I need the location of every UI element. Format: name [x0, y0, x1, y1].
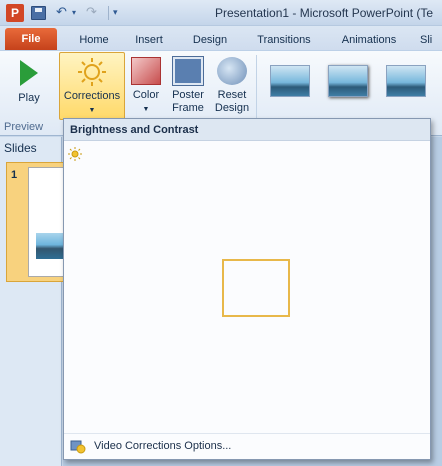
correction-thumbnail[interactable]: [156, 261, 220, 315]
correction-thumbnail[interactable]: [360, 377, 424, 431]
undo-dropdown-icon[interactable]: ▾: [72, 8, 76, 17]
tab-animations[interactable]: Animations: [334, 30, 404, 50]
tab-file[interactable]: File: [5, 28, 57, 50]
slide-number: 1: [11, 169, 18, 181]
reset-design-button[interactable]: Reset Design: [211, 53, 253, 119]
slide-thumbnail[interactable]: 1: [6, 162, 70, 282]
correction-thumbnail[interactable]: [156, 145, 220, 199]
video-style-thumb[interactable]: [270, 65, 310, 97]
sun-icon: [68, 147, 82, 161]
correction-thumbnail[interactable]: [360, 319, 424, 373]
slides-pane: Slides 1: [0, 137, 70, 466]
correction-thumbnail[interactable]: [360, 145, 424, 199]
tab-insert[interactable]: Insert: [126, 30, 172, 50]
tab-transitions[interactable]: Transitions: [250, 30, 318, 50]
slides-tab[interactable]: Slides: [4, 141, 37, 155]
color-icon: [131, 57, 161, 85]
play-icon: [20, 60, 38, 86]
quick-access-separator: [108, 6, 109, 20]
slide-preview: [28, 167, 70, 277]
correction-thumbnail[interactable]: [222, 259, 290, 317]
reset-design-icon: [217, 57, 247, 85]
brightness-contrast-header: Brightness and Contrast: [64, 119, 430, 141]
undo-icon[interactable]: ↶: [56, 4, 67, 20]
poster-frame-label-1: Poster: [172, 89, 204, 101]
color-label: Color: [132, 89, 160, 101]
color-button[interactable]: Color ▼: [128, 53, 164, 119]
video-corrections-options-item[interactable]: Video Corrections Options...: [64, 434, 430, 460]
window-title: Presentation1 - Microsoft PowerPoint (Te: [215, 6, 434, 20]
correction-thumbnail[interactable]: [292, 145, 356, 199]
correction-thumbnail[interactable]: [88, 319, 152, 373]
play-label: Play: [18, 92, 40, 104]
correction-thumbnail[interactable]: [88, 203, 152, 257]
preview-group-label: Preview: [4, 121, 44, 133]
correction-thumbnail[interactable]: [156, 319, 220, 373]
correction-thumbnail[interactable]: [292, 319, 356, 373]
correction-thumbnail[interactable]: [360, 261, 424, 315]
reset-design-label-2: Design: [214, 102, 250, 114]
poster-frame-icon: [173, 57, 203, 85]
correction-thumbnail[interactable]: [88, 377, 152, 431]
reset-design-label-1: Reset: [217, 89, 247, 101]
ribbon-tabs: File Home Insert Design Transitions Anim…: [0, 26, 442, 50]
correction-thumbnail[interactable]: [224, 145, 288, 199]
save-icon[interactable]: [31, 6, 46, 20]
title-bar: P ↶ ▾ ↷ ▾ Presentation1 - Microsoft Powe…: [0, 0, 442, 26]
tab-design[interactable]: Design: [186, 30, 234, 50]
correction-thumbnail[interactable]: [292, 261, 356, 315]
correction-thumbnail[interactable]: [360, 203, 424, 257]
corrections-label: Corrections: [63, 90, 121, 102]
corrections-dropdown: Brightness and Contrast Video Correction…: [63, 118, 431, 460]
poster-frame-label-2: Frame: [172, 102, 204, 114]
correction-thumbnail[interactable]: [88, 261, 152, 315]
corrections-button[interactable]: Corrections ▼: [59, 52, 125, 120]
video-style-thumb[interactable]: [386, 65, 426, 97]
corrections-sun-icon: [75, 57, 109, 87]
video-styles-gallery: [262, 61, 442, 111]
correction-thumbnail[interactable]: [88, 145, 152, 199]
powerpoint-app-icon[interactable]: P: [6, 4, 24, 22]
tab-home[interactable]: Home: [72, 30, 116, 50]
correction-thumbnail[interactable]: [224, 319, 288, 373]
correction-thumbnail[interactable]: [156, 203, 220, 257]
redo-icon[interactable]: ↷: [86, 4, 97, 20]
correction-thumbnail[interactable]: [224, 203, 288, 257]
chevron-down-icon: ▼: [142, 106, 150, 113]
video-corrections-icon: [70, 438, 86, 454]
play-button[interactable]: Play: [10, 57, 48, 107]
video-corrections-options-label: Video Corrections Options...: [94, 440, 232, 452]
correction-thumbnail[interactable]: [224, 377, 288, 431]
poster-frame-button[interactable]: Poster Frame: [167, 53, 209, 119]
tab-slide-show[interactable]: Sli: [420, 30, 442, 50]
correction-thumbnail[interactable]: [156, 377, 220, 431]
customize-toolbar-icon[interactable]: ▾: [113, 7, 118, 18]
correction-thumbnail[interactable]: [292, 203, 356, 257]
correction-thumbnail[interactable]: [292, 377, 356, 431]
chevron-down-icon: ▼: [88, 107, 96, 114]
video-style-thumb[interactable]: [328, 65, 368, 97]
